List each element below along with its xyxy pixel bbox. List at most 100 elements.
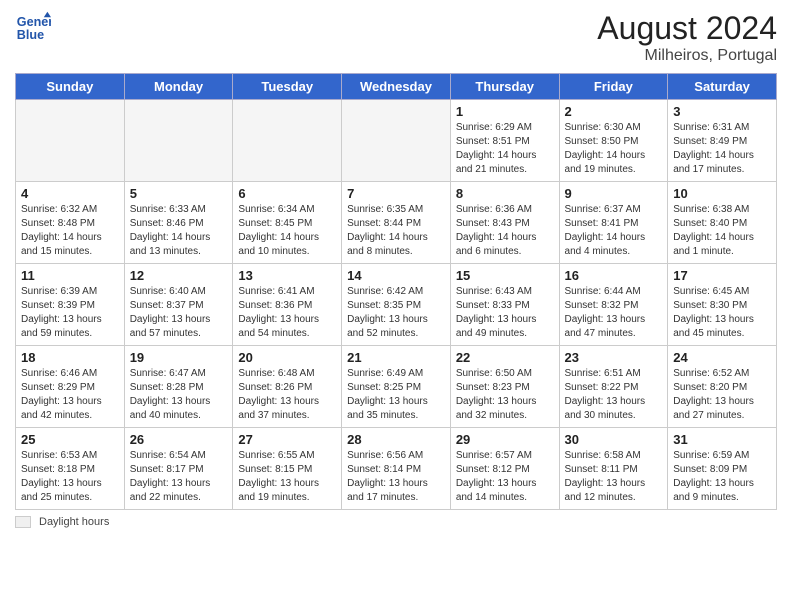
day-number: 24 <box>673 350 771 365</box>
calendar-day-cell: 31Sunrise: 6:59 AM Sunset: 8:09 PM Dayli… <box>668 428 777 510</box>
day-header: Wednesday <box>342 74 451 100</box>
day-header: Friday <box>559 74 668 100</box>
day-number: 15 <box>456 268 554 283</box>
header-row: SundayMondayTuesdayWednesdayThursdayFrid… <box>16 74 777 100</box>
calendar-day-cell: 6 Sunrise: 6:34 AM Sunset: 8:45 PM Daylig… <box>233 182 342 264</box>
calendar-week-row: 4 Sunrise: 6:32 AM Sunset: 8:48 PM Daylig… <box>16 182 777 264</box>
calendar-day-cell: 1Sunrise: 6:29 AM Sunset: 8:51 PM Daylig… <box>450 100 559 182</box>
day-number: 19 <box>130 350 228 365</box>
day-number: 1 <box>456 104 554 119</box>
day-header: Saturday <box>668 74 777 100</box>
page-header: General Blue August 2024 Milheiros, Port… <box>15 10 777 65</box>
day-info: Sunrise: 6:40 AM Sunset: 8:37 PM Dayligh… <box>130 285 228 341</box>
day-info: Sunrise: 6:54 AM Sunset: 8:17 PM Dayligh… <box>130 449 228 505</box>
day-number: 8 <box>456 186 554 201</box>
day-number: 6 <box>238 186 336 201</box>
calendar-day-cell: 28 Sunrise: 6:56 AM Sunset: 8:14 PM Dayli… <box>342 428 451 510</box>
calendar-table: SundayMondayTuesdayWednesdayThursdayFrid… <box>15 73 777 510</box>
month-year: August 2024 <box>597 10 777 47</box>
day-info: Sunrise: 6:38 AM Sunset: 8:40 PM Dayligh… <box>673 203 771 259</box>
day-number: 16 <box>565 268 663 283</box>
day-info: Sunrise: 6:31 AM Sunset: 8:49 PM Dayligh… <box>673 121 771 177</box>
calendar-day-cell: 22 Sunrise: 6:50 AM Sunset: 8:23 PM Dayli… <box>450 346 559 428</box>
footer: Daylight hours <box>15 516 777 528</box>
day-info: Sunrise: 6:36 AM Sunset: 8:43 PM Dayligh… <box>456 203 554 259</box>
day-info: Sunrise: 6:59 AM Sunset: 8:09 PM Dayligh… <box>673 449 771 505</box>
calendar-day-cell: 21Sunrise: 6:49 AM Sunset: 8:25 PM Dayli… <box>342 346 451 428</box>
calendar-day-cell: 25 Sunrise: 6:53 AM Sunset: 8:18 PM Dayli… <box>16 428 125 510</box>
day-number: 25 <box>21 432 119 447</box>
calendar-day-cell: 13Sunrise: 6:41 AM Sunset: 8:36 PM Dayli… <box>233 264 342 346</box>
calendar-day-cell: 3Sunrise: 6:31 AM Sunset: 8:49 PM Daylig… <box>668 100 777 182</box>
day-number: 22 <box>456 350 554 365</box>
calendar-day-cell: 4 Sunrise: 6:32 AM Sunset: 8:48 PM Daylig… <box>16 182 125 264</box>
logo-icon: General Blue <box>15 10 51 46</box>
calendar-day-cell: 11 Sunrise: 6:39 AM Sunset: 8:39 PM Dayli… <box>16 264 125 346</box>
day-info: Sunrise: 6:58 AM Sunset: 8:11 PM Dayligh… <box>565 449 663 505</box>
day-info: Sunrise: 6:57 AM Sunset: 8:12 PM Dayligh… <box>456 449 554 505</box>
day-header: Thursday <box>450 74 559 100</box>
day-number: 17 <box>673 268 771 283</box>
calendar-day-cell <box>342 100 451 182</box>
day-info: Sunrise: 6:42 AM Sunset: 8:35 PM Dayligh… <box>347 285 445 341</box>
day-info: Sunrise: 6:39 AM Sunset: 8:39 PM Dayligh… <box>21 285 119 341</box>
day-number: 23 <box>565 350 663 365</box>
day-number: 30 <box>565 432 663 447</box>
day-info: Sunrise: 6:45 AM Sunset: 8:30 PM Dayligh… <box>673 285 771 341</box>
day-number: 7 <box>347 186 445 201</box>
calendar-day-cell: 14 Sunrise: 6:42 AM Sunset: 8:35 PM Dayli… <box>342 264 451 346</box>
calendar-week-row: 18 Sunrise: 6:46 AM Sunset: 8:29 PM Dayli… <box>16 346 777 428</box>
day-number: 29 <box>456 432 554 447</box>
day-info: Sunrise: 6:43 AM Sunset: 8:33 PM Dayligh… <box>456 285 554 341</box>
day-info: Sunrise: 6:47 AM Sunset: 8:28 PM Dayligh… <box>130 367 228 423</box>
day-header: Sunday <box>16 74 125 100</box>
day-info: Sunrise: 6:52 AM Sunset: 8:20 PM Dayligh… <box>673 367 771 423</box>
day-number: 9 <box>565 186 663 201</box>
calendar-day-cell: 29 Sunrise: 6:57 AM Sunset: 8:12 PM Dayli… <box>450 428 559 510</box>
day-number: 5 <box>130 186 228 201</box>
calendar-day-cell: 15 Sunrise: 6:43 AM Sunset: 8:33 PM Dayli… <box>450 264 559 346</box>
day-info: Sunrise: 6:53 AM Sunset: 8:18 PM Dayligh… <box>21 449 119 505</box>
calendar-day-cell: 26 Sunrise: 6:54 AM Sunset: 8:17 PM Dayli… <box>124 428 233 510</box>
day-number: 14 <box>347 268 445 283</box>
location: Milheiros, Portugal <box>597 47 777 65</box>
day-info: Sunrise: 6:48 AM Sunset: 8:26 PM Dayligh… <box>238 367 336 423</box>
day-info: Sunrise: 6:32 AM Sunset: 8:48 PM Dayligh… <box>21 203 119 259</box>
day-info: Sunrise: 6:44 AM Sunset: 8:32 PM Dayligh… <box>565 285 663 341</box>
day-number: 21 <box>347 350 445 365</box>
calendar-day-cell: 2 Sunrise: 6:30 AM Sunset: 8:50 PM Daylig… <box>559 100 668 182</box>
calendar-day-cell: 10Sunrise: 6:38 AM Sunset: 8:40 PM Dayli… <box>668 182 777 264</box>
calendar-day-cell <box>233 100 342 182</box>
day-info: Sunrise: 6:37 AM Sunset: 8:41 PM Dayligh… <box>565 203 663 259</box>
day-info: Sunrise: 6:55 AM Sunset: 8:15 PM Dayligh… <box>238 449 336 505</box>
calendar-day-cell: 12 Sunrise: 6:40 AM Sunset: 8:37 PM Dayli… <box>124 264 233 346</box>
calendar-week-row: 1Sunrise: 6:29 AM Sunset: 8:51 PM Daylig… <box>16 100 777 182</box>
day-number: 12 <box>130 268 228 283</box>
calendar-week-row: 11 Sunrise: 6:39 AM Sunset: 8:39 PM Dayli… <box>16 264 777 346</box>
day-number: 13 <box>238 268 336 283</box>
calendar-day-cell: 7Sunrise: 6:35 AM Sunset: 8:44 PM Daylig… <box>342 182 451 264</box>
day-number: 4 <box>21 186 119 201</box>
legend-label: Daylight hours <box>39 516 109 528</box>
calendar-day-cell <box>124 100 233 182</box>
calendar-day-cell: 9 Sunrise: 6:37 AM Sunset: 8:41 PM Daylig… <box>559 182 668 264</box>
day-header: Monday <box>124 74 233 100</box>
calendar-day-cell: 24 Sunrise: 6:52 AM Sunset: 8:20 PM Dayli… <box>668 346 777 428</box>
day-number: 26 <box>130 432 228 447</box>
day-number: 2 <box>565 104 663 119</box>
day-number: 11 <box>21 268 119 283</box>
day-info: Sunrise: 6:34 AM Sunset: 8:45 PM Dayligh… <box>238 203 336 259</box>
day-number: 27 <box>238 432 336 447</box>
day-info: Sunrise: 6:30 AM Sunset: 8:50 PM Dayligh… <box>565 121 663 177</box>
day-info: Sunrise: 6:50 AM Sunset: 8:23 PM Dayligh… <box>456 367 554 423</box>
day-number: 20 <box>238 350 336 365</box>
day-info: Sunrise: 6:46 AM Sunset: 8:29 PM Dayligh… <box>21 367 119 423</box>
legend-box <box>15 516 31 528</box>
calendar-week-row: 25 Sunrise: 6:53 AM Sunset: 8:18 PM Dayli… <box>16 428 777 510</box>
svg-text:Blue: Blue <box>17 28 44 42</box>
calendar-day-cell: 17 Sunrise: 6:45 AM Sunset: 8:30 PM Dayli… <box>668 264 777 346</box>
day-number: 28 <box>347 432 445 447</box>
day-info: Sunrise: 6:56 AM Sunset: 8:14 PM Dayligh… <box>347 449 445 505</box>
day-info: Sunrise: 6:33 AM Sunset: 8:46 PM Dayligh… <box>130 203 228 259</box>
day-number: 18 <box>21 350 119 365</box>
